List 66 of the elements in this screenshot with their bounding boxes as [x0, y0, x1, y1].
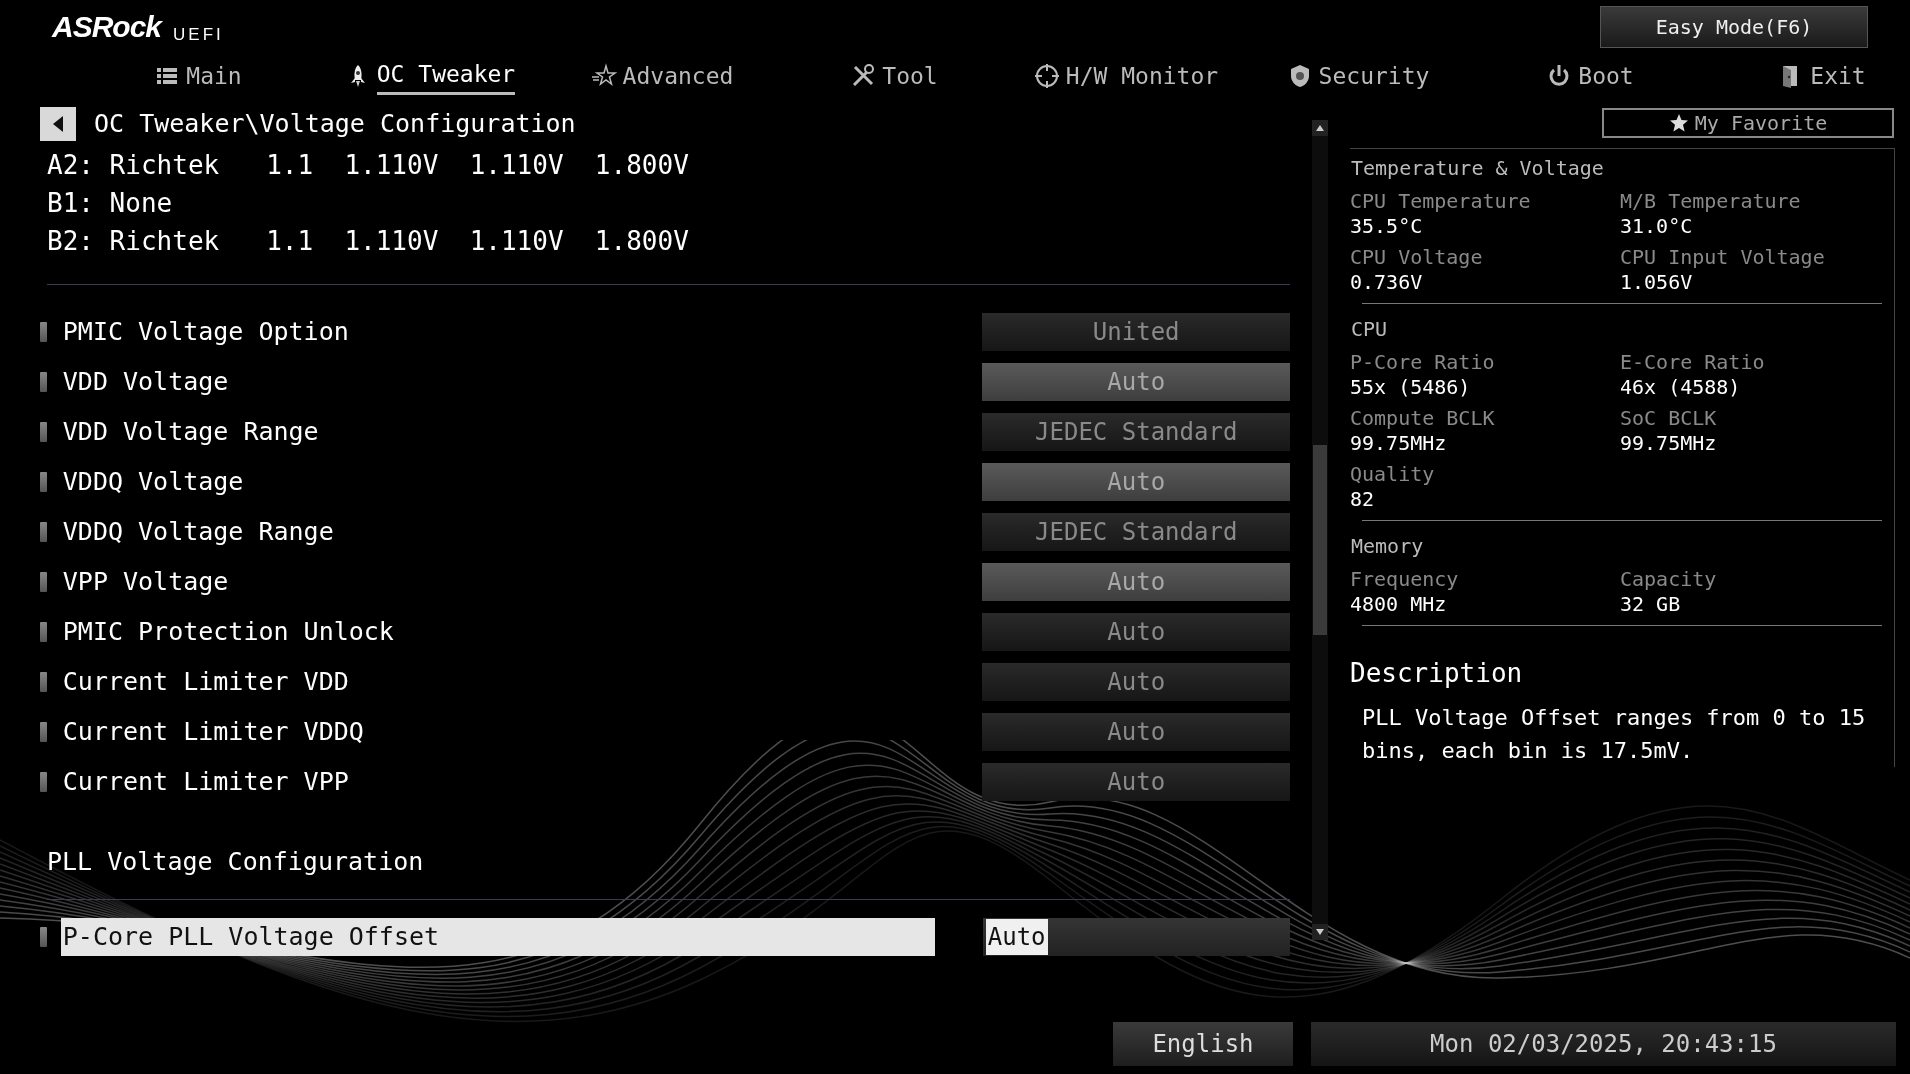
monitor-label: CPU Input Voltage: [1620, 245, 1826, 269]
nav-tab[interactable]: Tool: [778, 52, 1010, 100]
language-button[interactable]: English: [1113, 1022, 1293, 1066]
monitor-value: 32 GB: [1620, 591, 1682, 617]
logo-subtitle: UEFI: [173, 24, 224, 46]
row-marker-icon: [40, 522, 47, 542]
back-arrow-icon: [51, 115, 65, 133]
scrollbar[interactable]: [1312, 120, 1328, 940]
description-title: Description: [1350, 657, 1524, 690]
row-marker-icon: [40, 422, 47, 442]
nav-tab[interactable]: Boot: [1474, 52, 1706, 100]
monitor-value: 82: [1350, 486, 1376, 512]
monitor-value: 99.75MHz: [1350, 430, 1448, 456]
tools-icon: [850, 63, 877, 89]
pmic-info-line: B2: Richtek 1.1 1.110V 1.110V 1.800V: [47, 225, 690, 258]
monitor-section-title: Memory: [1350, 533, 1425, 560]
monitor-value: 35.5°C: [1350, 213, 1424, 239]
monitor-value: 31.0°C: [1620, 213, 1694, 239]
row-marker-icon: [40, 672, 47, 692]
monitor-label: CPU Temperature: [1350, 189, 1532, 213]
monitor-label: E-Core Ratio: [1620, 350, 1766, 374]
row-marker-icon: [40, 772, 47, 792]
logo: ASRock: [52, 12, 162, 45]
setting-label[interactable]: P-Core PLL Voltage Offset: [60, 917, 935, 956]
favorite-button[interactable]: My Favorite: [1602, 108, 1894, 138]
crosshair-icon: [1033, 63, 1060, 89]
star-icon: [1668, 113, 1689, 133]
monitor-value: 4800 MHz: [1350, 591, 1448, 617]
monitor-label: P-Core Ratio: [1350, 350, 1496, 374]
nav-tab[interactable]: Security: [1242, 52, 1474, 100]
monitor-label: Quality: [1350, 462, 1436, 486]
row-marker-icon: [40, 722, 47, 742]
nav-tab[interactable]: OC Tweaker: [314, 52, 546, 100]
monitor-value: 1.056V: [1620, 269, 1694, 295]
breadcrumb-title: OC Tweaker\Voltage Configuration: [94, 108, 576, 141]
value-field[interactable]: Auto: [982, 917, 1290, 956]
monitor-value: 46x (4588): [1620, 374, 1742, 400]
row-marker-icon: [40, 372, 47, 392]
row-marker-icon: [40, 572, 47, 592]
date-time: Mon 02/03/2025, 20:43:15: [1311, 1022, 1896, 1066]
row-marker-icon: [40, 926, 47, 947]
monitor-label: M/B Temperature: [1620, 189, 1802, 213]
pmic-info-line: B1: None: [47, 187, 174, 220]
nav-tab[interactable]: Main: [82, 52, 314, 100]
nav-tab[interactable]: Exit: [1706, 52, 1910, 100]
back-button[interactable]: [40, 107, 76, 141]
easy-mode-button[interactable]: Easy Mode(F6): [1600, 6, 1868, 48]
row-marker-icon: [40, 472, 47, 492]
star-icon: [590, 63, 617, 89]
monitor-value: 55x (5486): [1350, 374, 1472, 400]
monitor-label: Capacity: [1620, 567, 1718, 591]
monitor-label: Frequency: [1350, 567, 1460, 591]
monitor-value: 0.736V: [1350, 269, 1424, 295]
row-marker-icon: [40, 622, 47, 642]
monitor-label: SoC BCLK: [1620, 406, 1718, 430]
monitor-section-title: Temperature & Voltage: [1350, 155, 1605, 182]
monitor-value: 99.75MHz: [1620, 430, 1718, 456]
nav-tab[interactable]: Advanced: [546, 52, 778, 100]
nav-tab[interactable]: H/W Monitor: [1010, 52, 1242, 100]
section-title: PLL Voltage Configuration: [47, 846, 425, 878]
pmic-info-line: A2: Richtek 1.1 1.110V 1.110V 1.800V: [47, 149, 690, 182]
monitor-label: CPU Voltage: [1350, 245, 1484, 269]
row-marker-icon: [40, 322, 47, 342]
description-text: PLL Voltage Offset ranges from 0 to 15 bins, each bin is 17.5mV.: [1362, 704, 1867, 765]
monitor-label: Compute BCLK: [1350, 406, 1496, 430]
monitor-section-title: CPU: [1350, 316, 1389, 343]
